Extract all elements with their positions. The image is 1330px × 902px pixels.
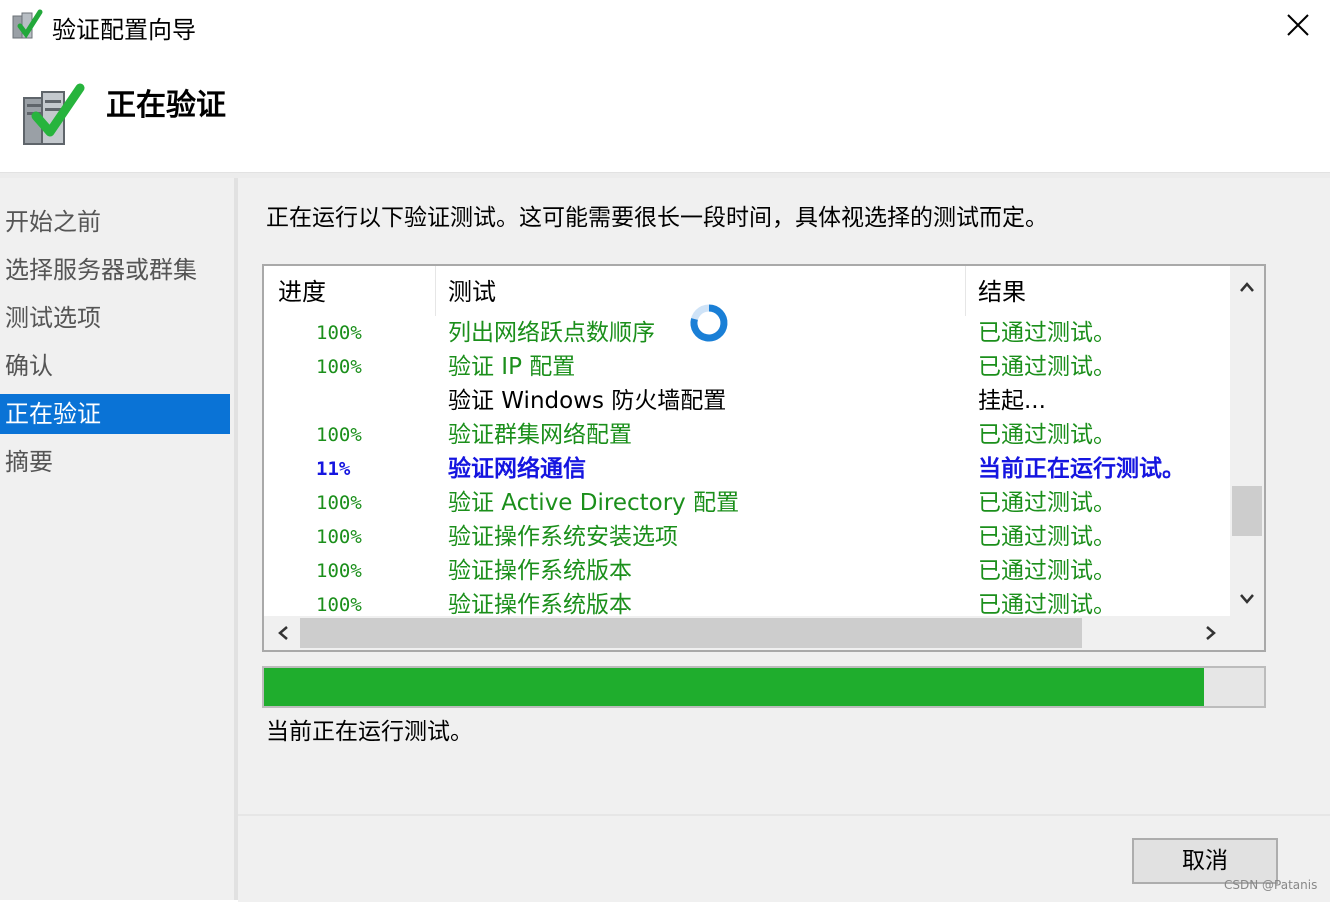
row-test-name: 验证操作系统版本 (448, 558, 632, 584)
horizontal-scroll-thumb[interactable] (300, 618, 1082, 648)
row-progress: 100% (316, 356, 362, 378)
row-progress: 11% (316, 458, 351, 480)
row-progress: 100% (316, 424, 362, 446)
validate-wizard-icon (12, 9, 43, 39)
sidebar-item-select-servers[interactable]: 选择服务器或群集 (0, 250, 230, 290)
title-bar: 验证配置向导 (0, 0, 1330, 52)
row-test-name: 验证网络通信 (448, 456, 586, 482)
scroll-left-button[interactable] (266, 616, 300, 650)
row-progress: 100% (316, 526, 362, 548)
table-row[interactable]: 100% 验证 IP 配置 已通过测试。 (264, 350, 1230, 384)
row-test-name: 验证群集网络配置 (448, 422, 632, 448)
horizontal-scrollbar[interactable] (264, 616, 1230, 650)
progress-bar-fill (264, 668, 1204, 706)
row-test-name: 验证 Windows 防火墙配置 (448, 388, 727, 414)
scrollbar-corner (1230, 616, 1264, 650)
close-button[interactable] (1272, 0, 1324, 50)
window-title: 验证配置向导 (52, 16, 196, 44)
row-result: 挂起... (978, 388, 1046, 414)
sidebar-item-confirmation[interactable]: 确认 (0, 346, 230, 386)
row-result: 已通过测试。 (978, 320, 1116, 346)
column-header-result[interactable]: 结果 (978, 266, 1026, 316)
column-header-test[interactable]: 测试 (448, 266, 496, 316)
row-result: 已通过测试。 (978, 354, 1116, 380)
row-progress: 100% (316, 322, 362, 344)
vertical-scroll-thumb[interactable] (1232, 486, 1262, 536)
scroll-up-button[interactable] (1230, 270, 1264, 304)
server-check-icon (23, 83, 85, 145)
sidebar-item-validating[interactable]: 正在验证 (0, 394, 230, 434)
scroll-down-button[interactable] (1230, 582, 1264, 616)
column-divider[interactable] (435, 266, 436, 316)
close-icon (1287, 14, 1309, 36)
overall-progress-bar (262, 666, 1266, 708)
chevron-right-icon (1206, 626, 1216, 640)
table-row[interactable]: 100% 验证操作系统安装选项 已通过测试。 (264, 520, 1230, 554)
row-test-name: 验证 Active Directory 配置 (448, 490, 740, 516)
page-title: 正在验证 (106, 88, 226, 123)
table-row[interactable]: 100% 验证操作系统版本 已通过测试。 (264, 554, 1230, 588)
sidebar-item-testing-options[interactable]: 测试选项 (0, 298, 230, 338)
sidebar-item-summary[interactable]: 摘要 (0, 442, 230, 482)
scroll-right-button[interactable] (1194, 616, 1228, 650)
row-result: 当前正在运行测试。 (978, 456, 1185, 482)
vertical-scrollbar[interactable] (1230, 266, 1264, 616)
chevron-down-icon (1240, 594, 1254, 604)
chevron-up-icon (1240, 282, 1254, 292)
row-progress: 100% (316, 560, 362, 582)
chevron-left-icon (278, 626, 288, 640)
row-result: 已通过测试。 (978, 422, 1116, 448)
table-row[interactable]: 100% 列出网络跃点数顺序 已通过测试。 (264, 316, 1230, 350)
table-row[interactable]: 11% 验证网络通信 当前正在运行测试。 (264, 452, 1230, 486)
row-test-name: 验证 IP 配置 (448, 354, 576, 380)
row-test-name: 验证操作系统安装选项 (448, 524, 678, 550)
column-divider[interactable] (965, 266, 966, 316)
table-row[interactable]: 100% 验证群集网络配置 已通过测试。 (264, 418, 1230, 452)
busy-spinner-icon (690, 304, 728, 342)
table-row[interactable]: 100% 验证 Active Directory 配置 已通过测试。 (264, 486, 1230, 520)
row-result: 已通过测试。 (978, 524, 1116, 550)
row-result: 已通过测试。 (978, 490, 1116, 516)
row-test-name: 列出网络跃点数顺序 (448, 320, 655, 346)
wizard-steps-sidebar: 开始之前 选择服务器或群集 测试选项 确认 正在验证 摘要 (0, 178, 236, 900)
watermark: CSDN @Patanis (1224, 878, 1318, 892)
row-progress: 100% (316, 492, 362, 514)
sidebar-item-before-you-begin[interactable]: 开始之前 (0, 202, 230, 242)
row-result: 已通过测试。 (978, 558, 1116, 584)
page-header: 正在验证 (0, 52, 1330, 172)
status-text: 当前正在运行测试。 (266, 719, 473, 745)
column-header-progress[interactable]: 进度 (278, 266, 326, 316)
table-row[interactable]: 验证 Windows 防火墙配置 挂起... (264, 384, 1230, 418)
test-list[interactable]: 进度 测试 结果 100% 列出网络跃点数顺序 已通过测试。 100% 验证 I… (262, 264, 1266, 652)
description-text: 正在运行以下验证测试。这可能需要很长一段时间，具体视选择的测试而定。 (266, 205, 1048, 231)
